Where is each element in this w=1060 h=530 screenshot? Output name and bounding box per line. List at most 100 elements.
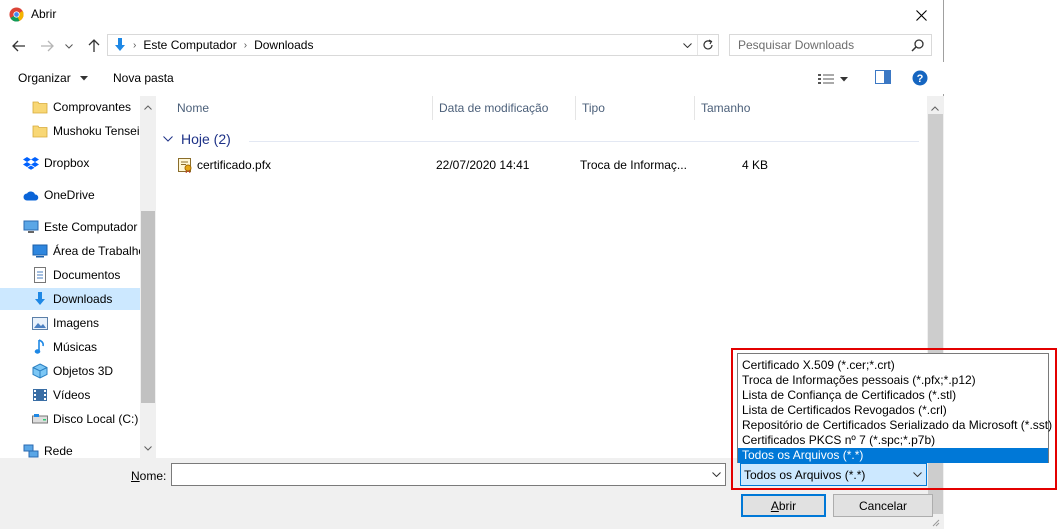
new-folder-button[interactable]: Nova pasta [113, 71, 174, 85]
search-box[interactable] [729, 34, 932, 56]
breadcrumb-este-computador[interactable]: Este Computador [139, 38, 240, 52]
sidebar-item-objetos-3d[interactable]: Objetos 3D [32, 360, 113, 382]
sidebar-item-label: Comprovantes [53, 100, 132, 114]
sidebar-item-label: Disco Local (C:) [53, 412, 139, 426]
desktop-icon [32, 243, 48, 259]
sidebar-item-label: OneDrive [44, 188, 95, 202]
caret-down-icon [840, 76, 848, 81]
table-row[interactable]: certificado.pfx 22/07/2020 14:41 Troca d… [157, 154, 927, 176]
objects-3d-icon [32, 363, 48, 379]
column-header-name[interactable]: Nome [171, 96, 433, 120]
help-icon: ? [912, 70, 928, 86]
close-button[interactable] [898, 0, 944, 30]
network-icon [23, 443, 39, 458]
file-name-label: Nome: [131, 469, 167, 483]
sidebar-item-musicas[interactable]: Músicas [32, 336, 97, 358]
chevron-down-icon [65, 43, 73, 49]
open-button[interactable]: Abrir [741, 494, 826, 517]
preview-pane-icon [875, 70, 891, 84]
file-type-select[interactable]: Todos os Arquivos (*.*) [740, 463, 927, 486]
sidebar-item-area-de-trabalho[interactable]: Área de Trabalho [32, 240, 145, 262]
sidebar-item-disco-local[interactable]: Disco Local (C:) [32, 408, 138, 430]
details-view-icon [818, 74, 834, 84]
scrollbar-thumb[interactable] [141, 211, 155, 403]
scroll-up-icon[interactable] [931, 100, 939, 114]
change-view-button[interactable] [818, 70, 858, 88]
file-type-option[interactable]: Lista de Confiança de Certificados (*.st… [738, 388, 1048, 403]
sidebar-item-label: Músicas [53, 340, 98, 354]
sidebar-item-documentos[interactable]: Documentos [32, 264, 120, 286]
file-name-field[interactable] [171, 463, 726, 486]
refresh-button[interactable] [697, 35, 718, 55]
file-type-options-list: Certificado X.509 (*.cer;*.crt) Troca de… [737, 353, 1052, 463]
column-header-modified[interactable]: Data de modificação [433, 96, 576, 120]
music-icon [32, 339, 48, 355]
file-type-option-selected[interactable]: Todos os Arquivos (*.*) [738, 448, 1048, 463]
sidebar-item-label: Rede [44, 444, 73, 458]
arrow-left-icon [12, 40, 25, 52]
sidebar-item-label: Objetos 3D [53, 364, 114, 378]
close-icon [915, 9, 927, 21]
file-size: 4 KB [742, 158, 769, 172]
preview-pane-button[interactable] [875, 70, 893, 86]
forward-button[interactable] [36, 36, 58, 56]
certificate-file-icon [177, 157, 193, 176]
search-icon[interactable] [911, 38, 925, 55]
resize-grip-icon[interactable] [930, 516, 940, 530]
file-modified: 22/07/2020 14:41 [436, 158, 530, 172]
back-button[interactable] [8, 36, 30, 56]
documents-icon [32, 267, 48, 283]
chevron-down-icon [711, 472, 721, 477]
download-icon [32, 291, 48, 307]
group-header-today[interactable]: Hoje (2) [163, 131, 231, 147]
help-button[interactable]: ? [912, 70, 928, 89]
file-type-option[interactable]: Lista de Certificados Revogados (*.crl) [738, 403, 1048, 418]
breadcrumb-separator-icon: › [243, 39, 248, 51]
file-type-option[interactable]: Certificados PKCS nº 7 (*.spc;*.p7b) [738, 433, 1048, 448]
file-type-option[interactable]: Certificado X.509 (*.cer;*.crt) [738, 358, 1048, 373]
folder-icon [32, 99, 48, 115]
sidebar-item-label: Documentos [53, 268, 121, 282]
refresh-icon [703, 39, 713, 50]
sidebar-item-imagens[interactable]: Imagens [32, 312, 99, 334]
svg-text:?: ? [917, 73, 924, 85]
sidebar-item-videos[interactable]: Vídeos [32, 384, 90, 406]
scroll-up-icon[interactable] [144, 99, 152, 113]
search-input[interactable] [738, 37, 908, 53]
file-list-scrollbar[interactable] [927, 96, 944, 529]
sidebar-item-label: Dropbox [44, 156, 90, 170]
sidebar-item-rede[interactable]: Rede [23, 440, 73, 458]
navigation-pane-scrollbar[interactable] [140, 96, 156, 458]
file-type-option[interactable]: Troca de Informações pessoais (*.pfx;*.p… [738, 373, 1048, 388]
sidebar-item-downloads[interactable]: Downloads [0, 288, 140, 310]
sidebar-item-label: Este Computador [44, 220, 138, 234]
sidebar-item-comprovantes[interactable]: Comprovantes [32, 96, 131, 118]
address-dropdown-button[interactable] [678, 35, 696, 55]
file-name-dropdown-button[interactable] [707, 464, 725, 485]
folder-icon [32, 123, 48, 139]
column-header-type[interactable]: Tipo [576, 96, 695, 120]
column-header-size[interactable]: Tamanho [695, 96, 787, 120]
caret-down-icon [80, 76, 89, 81]
organize-menu[interactable]: Organizar [18, 71, 89, 85]
up-button[interactable] [83, 36, 105, 56]
sidebar-item-label: Mushoku Tensei [53, 124, 140, 138]
pictures-icon [32, 315, 48, 331]
breadcrumb-separator-icon: › [133, 39, 137, 51]
sidebar-item-dropbox[interactable]: Dropbox [23, 152, 89, 174]
download-location-icon [110, 37, 130, 53]
sidebar-item-onedrive[interactable]: OneDrive [23, 184, 95, 206]
file-type-dropdown-button[interactable] [908, 464, 926, 485]
file-type-option[interactable]: Repositório de Certificados Serializado … [738, 418, 1052, 433]
breadcrumb-downloads[interactable]: Downloads [250, 38, 317, 52]
sidebar-item-este-computador[interactable]: Este Computador [23, 216, 137, 238]
column-header-label: Tamanho [701, 101, 751, 115]
recent-locations-button[interactable] [62, 36, 76, 56]
scroll-down-icon[interactable] [144, 440, 152, 454]
cancel-button[interactable]: Cancelar [833, 494, 933, 517]
sidebar-item-mushoku-tensei[interactable]: Mushoku Tensei [32, 120, 140, 142]
address-bar[interactable]: › Este Computador › Downloads [107, 34, 719, 56]
organize-label: Organizar [18, 71, 71, 85]
file-name: certificado.pfx [197, 158, 272, 172]
file-type: Troca de Informaç... [580, 158, 687, 172]
